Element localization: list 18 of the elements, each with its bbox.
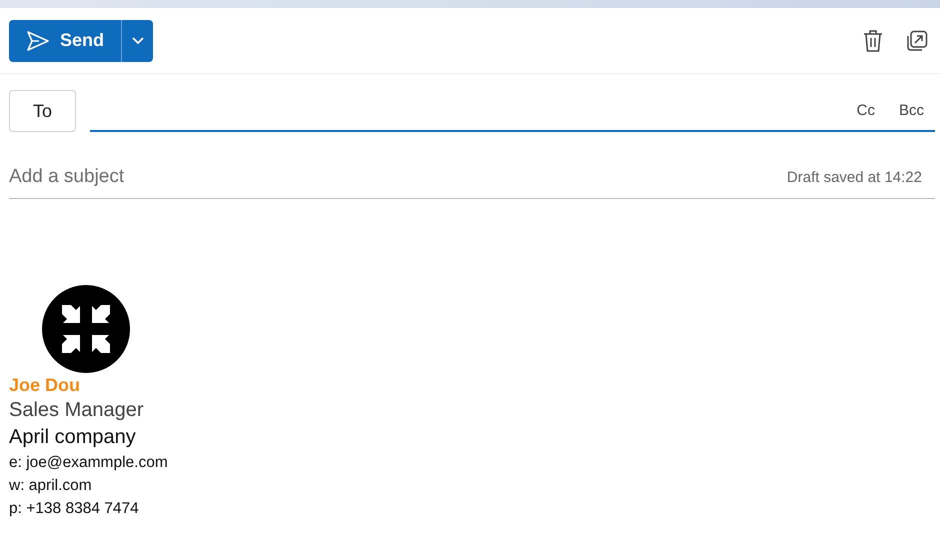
signature-title: Sales Manager: [9, 398, 145, 423]
draft-status: Draft saved at 14:22: [786, 168, 922, 186]
signature-contact: p: +138 8384 7474: [9, 499, 140, 519]
cc-link[interactable]: Cc: [856, 102, 875, 118]
signature-name: Joe Dou: [9, 374, 82, 397]
to-field[interactable]: Cc Bcc: [90, 90, 935, 132]
pop-out-icon[interactable]: [906, 30, 928, 52]
subject-field[interactable]: Add a subject: [9, 166, 787, 188]
send-icon: [26, 30, 50, 52]
trash-icon[interactable]: [862, 28, 884, 52]
signature-contact: e: joe@exammple.com: [9, 453, 169, 473]
signature-contact: w: april.com: [9, 476, 93, 496]
bcc-link[interactable]: Bcc: [898, 102, 924, 118]
to-button[interactable]: To: [9, 90, 76, 132]
send-options-button[interactable]: [121, 20, 153, 62]
send-button[interactable]: Send: [9, 20, 121, 62]
signature-company: April company: [9, 425, 137, 450]
chevron-down-icon: [132, 36, 144, 44]
